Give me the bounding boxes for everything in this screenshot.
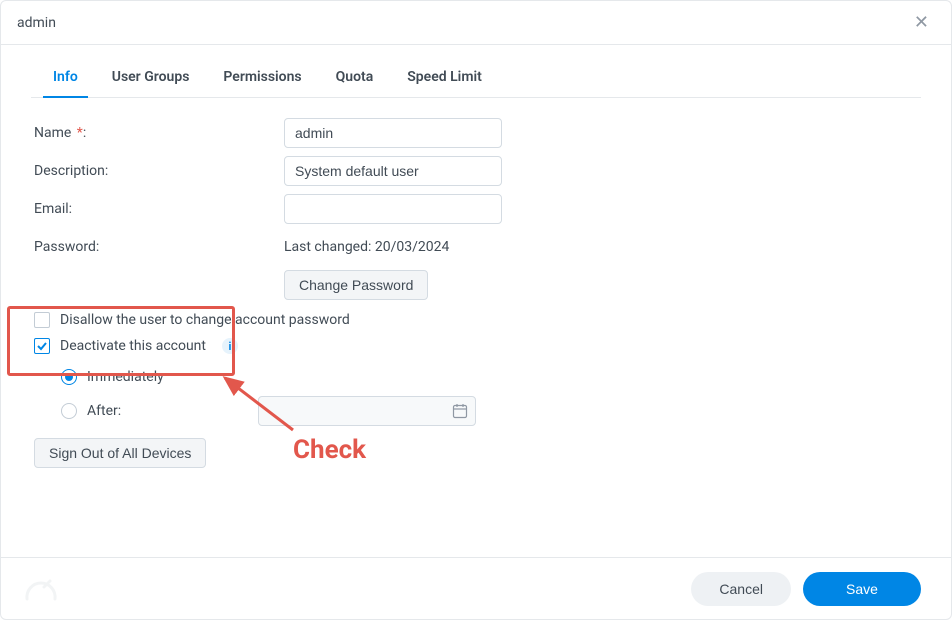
close-icon[interactable]: ✕	[908, 8, 935, 37]
password-label: Password:	[31, 239, 284, 255]
info-form: Name *: Description: Email: Password: La…	[31, 98, 921, 468]
dialog-body: Info User Groups Permissions Quota Speed…	[1, 45, 951, 557]
disallow-change-password-checkbox[interactable]	[34, 312, 50, 328]
footer: Cancel Save	[1, 557, 951, 619]
sign-out-all-devices-button[interactable]: Sign Out of All Devices	[34, 438, 206, 468]
deactivate-when-group: Immediately After:	[61, 360, 921, 428]
radio-immediately-label: Immediately	[87, 369, 164, 385]
tab-user-groups[interactable]: User Groups	[108, 61, 194, 97]
name-label: Name *:	[31, 125, 284, 141]
window-title: admin	[17, 15, 908, 31]
deactivate-account-checkbox[interactable]	[34, 338, 50, 354]
check-icon	[36, 340, 48, 352]
tab-speed-limit[interactable]: Speed Limit	[403, 61, 486, 97]
tab-info[interactable]: Info	[49, 61, 82, 97]
cancel-button[interactable]: Cancel	[691, 572, 791, 606]
deactivate-account-label: Deactivate this account	[60, 338, 206, 354]
brand-logo-icon	[23, 577, 59, 605]
titlebar: admin ✕	[1, 1, 951, 45]
description-label: Description:	[31, 163, 284, 179]
radio-immediately[interactable]	[61, 369, 77, 385]
name-input[interactable]	[284, 118, 502, 148]
disallow-change-password-label: Disallow the user to change account pass…	[60, 312, 350, 328]
password-status: Last changed: 20/03/2024	[284, 239, 449, 255]
radio-after-label: After:	[87, 403, 121, 419]
tab-quota[interactable]: Quota	[332, 61, 378, 97]
description-input[interactable]	[284, 156, 502, 186]
tab-bar: Info User Groups Permissions Quota Speed…	[31, 55, 921, 98]
radio-after[interactable]	[61, 403, 77, 419]
after-date-input[interactable]	[258, 396, 476, 426]
email-input[interactable]	[284, 194, 502, 224]
info-icon[interactable]: i	[222, 338, 238, 354]
change-password-button[interactable]: Change Password	[284, 270, 428, 300]
calendar-icon[interactable]	[452, 403, 468, 419]
email-label: Email:	[31, 201, 284, 217]
user-edit-dialog: admin ✕ Info User Groups Permissions Quo…	[0, 0, 952, 620]
save-button[interactable]: Save	[803, 572, 921, 606]
tab-permissions[interactable]: Permissions	[219, 61, 305, 97]
